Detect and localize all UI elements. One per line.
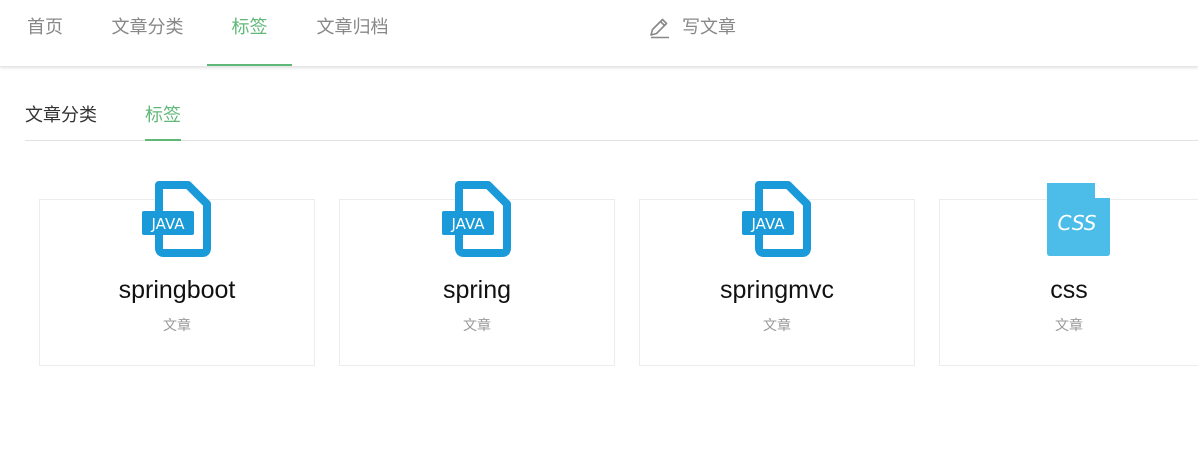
write-article-label: 写文章 [682,17,736,38]
tag-article-count: 文章 [463,318,491,334]
java-icon-text: JAVA [450,215,485,233]
tag-card-spring[interactable]: JAVA spring 文章 [339,181,615,366]
tag-article-count: 文章 [763,318,791,334]
tag-article-count: 文章 [163,318,191,334]
tag-name: springboot [118,276,236,304]
css-file-icon: CSS [1047,183,1110,256]
pencil-icon [650,18,669,39]
nav-item-tags[interactable]: 标签 [207,0,292,66]
sub-tab-bar: 文章分类 标签 [25,98,1198,141]
nav-item-home[interactable]: 首页 [10,0,80,64]
java-file-icon: JAVA [142,181,211,257]
tag-name: css [1050,276,1088,304]
tab-tags[interactable]: 标签 [145,98,181,141]
java-icon-text: JAVA [750,215,785,233]
top-nav-bar: 首页 文章分类 标签 文章归档 写文章 [0,0,1198,67]
tag-card-css[interactable]: CSS css 文章 [939,183,1198,366]
tab-categories[interactable]: 文章分类 [25,98,97,139]
nav-item-categories[interactable]: 文章分类 [105,0,190,64]
java-file-icon: JAVA [742,181,811,257]
tag-name: springmvc [720,276,834,304]
java-file-icon: JAVA [442,181,511,257]
tag-card-springboot[interactable]: JAVA springboot 文章 [39,181,315,366]
tag-name: spring [442,276,512,304]
css-icon-text: CSS [1057,211,1096,235]
tag-card-springmvc[interactable]: JAVA springmvc 文章 [639,181,915,366]
java-icon-text: JAVA [150,215,185,233]
write-article-button[interactable]: 写文章 [648,0,736,56]
nav-item-archives[interactable]: 文章归档 [310,0,395,64]
tag-article-count: 文章 [1055,318,1083,334]
